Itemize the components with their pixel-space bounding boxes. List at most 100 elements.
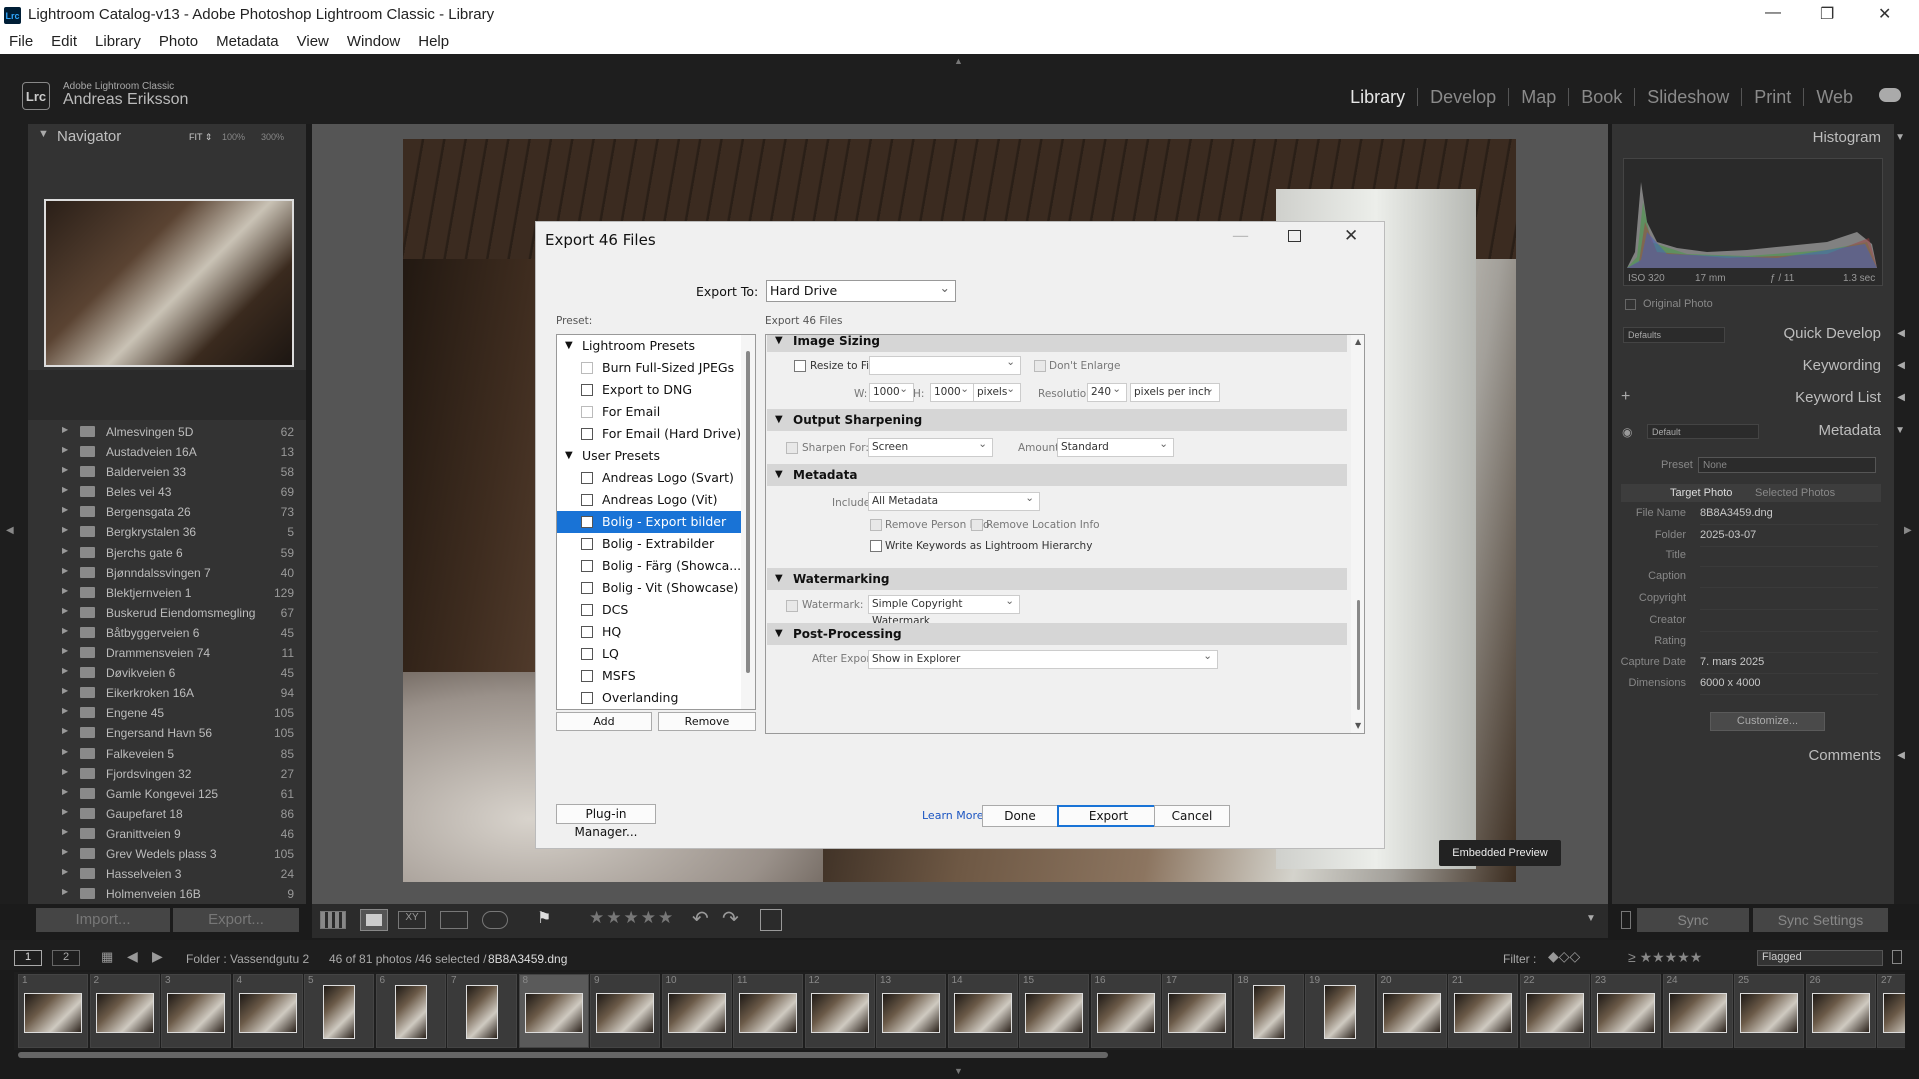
menu-help[interactable]: Help bbox=[409, 30, 458, 54]
folder-row[interactable]: ▶ Buskerud Eiendomsmegling 67 bbox=[28, 603, 306, 623]
preset-item[interactable]: Andreas Logo (Vit) bbox=[557, 489, 755, 511]
metadata-field-value[interactable]: 8B8A3459.dng bbox=[1700, 507, 1878, 525]
filmstrip-cell[interactable]: 24 bbox=[1662, 974, 1733, 1048]
preset-item[interactable]: Bolig - Vit (Showcase) bbox=[557, 577, 755, 599]
folder-row[interactable]: ▶ Bergkrystalen 36 5 bbox=[28, 522, 306, 542]
thumbnail[interactable] bbox=[739, 993, 797, 1033]
quick-develop-expand-icon[interactable]: ◀ bbox=[1897, 328, 1905, 339]
export-button[interactable]: Export... bbox=[173, 908, 299, 932]
add-keyword-icon[interactable]: + bbox=[1621, 388, 1630, 406]
folder-row[interactable]: ▶ Blektjernveien 1 129 bbox=[28, 583, 306, 603]
people-view-icon[interactable] bbox=[482, 911, 508, 929]
thumbnail[interactable] bbox=[1668, 993, 1727, 1033]
sync-settings-button[interactable]: Sync Settings bbox=[1753, 908, 1888, 932]
folder-row[interactable]: ▶ Balderveien 33 58 bbox=[28, 462, 306, 482]
resize-checkbox[interactable] bbox=[794, 360, 806, 372]
module-develop[interactable]: Develop bbox=[1417, 88, 1508, 106]
filmstrip-cell[interactable]: 12 bbox=[804, 974, 875, 1048]
metadata-field-value[interactable] bbox=[1700, 635, 1878, 653]
thumbnail[interactable] bbox=[1324, 985, 1356, 1039]
plugin-manager-button[interactable]: Plug-in Manager... bbox=[556, 804, 656, 839]
preset-checkbox[interactable] bbox=[581, 648, 593, 660]
menu-window[interactable]: Window bbox=[338, 30, 409, 54]
preset-checkbox[interactable] bbox=[581, 516, 593, 528]
thumbnail[interactable] bbox=[1168, 993, 1226, 1033]
menu-file[interactable]: File bbox=[0, 30, 42, 54]
preset-item[interactable]: For Email (Hard Drive) bbox=[557, 423, 755, 445]
watermarking-header[interactable]: ▼ Watermarking bbox=[767, 568, 1347, 590]
folder-row[interactable]: ▶ Gamle Kongevei 125 61 bbox=[28, 784, 306, 804]
folder-row[interactable]: ▶ Granittveien 9 46 bbox=[28, 824, 306, 844]
resolution-input[interactable]: 240 bbox=[1087, 381, 1127, 402]
folder-row[interactable]: ▶ Almesvingen 5D 62 bbox=[28, 422, 306, 442]
expand-icon[interactable]: ▶ bbox=[62, 747, 68, 756]
import-button[interactable]: Import... bbox=[36, 908, 170, 932]
expand-icon[interactable]: ▶ bbox=[62, 465, 68, 474]
keywording-title[interactable]: Keywording bbox=[1803, 357, 1881, 374]
resolution-unit-select[interactable]: pixels per inch bbox=[1130, 381, 1220, 402]
expand-icon[interactable]: ▶ bbox=[62, 706, 68, 715]
source-folder[interactable]: Folder : Vassendgutu 2 bbox=[186, 952, 309, 966]
remove-location-checkbox[interactable] bbox=[971, 519, 983, 531]
thumbnail[interactable] bbox=[167, 993, 225, 1033]
dialog-close-icon[interactable]: ✕ bbox=[1344, 226, 1358, 246]
menu-library[interactable]: Library bbox=[86, 30, 150, 54]
metadata-field-value[interactable] bbox=[1700, 549, 1878, 567]
rating-stars[interactable]: ★★★★★ bbox=[589, 908, 675, 928]
settings-scrollbar[interactable]: ▲ ▼ bbox=[1351, 335, 1364, 733]
close-icon[interactable]: ✕ bbox=[1878, 4, 1891, 24]
filmstrip-cell[interactable]: 18 bbox=[1233, 974, 1304, 1048]
thumbnail[interactable] bbox=[1811, 993, 1870, 1033]
expand-icon[interactable]: ▶ bbox=[62, 726, 68, 735]
thumbnail[interactable] bbox=[1525, 993, 1584, 1033]
expand-icon[interactable]: ▶ bbox=[62, 505, 68, 514]
eye-icon[interactable]: ◉ bbox=[1622, 425, 1632, 439]
crop-overlay-icon[interactable] bbox=[760, 909, 782, 931]
module-library[interactable]: Library bbox=[1338, 88, 1417, 106]
thumbnail[interactable] bbox=[1597, 993, 1655, 1033]
menu-photo[interactable]: Photo bbox=[150, 30, 207, 54]
metadata-view-select[interactable]: Default bbox=[1647, 424, 1759, 439]
expand-icon[interactable]: ▶ bbox=[62, 586, 68, 595]
filmstrip-cell[interactable]: 15 bbox=[1019, 974, 1089, 1048]
expand-icon[interactable]: ▶ bbox=[62, 686, 68, 695]
thumbnail[interactable] bbox=[466, 985, 498, 1039]
preset-checkbox[interactable] bbox=[581, 362, 593, 374]
write-keywords-checkbox[interactable] bbox=[870, 540, 882, 552]
expand-icon[interactable]: ▶ bbox=[62, 767, 68, 776]
menu-view[interactable]: View bbox=[288, 30, 338, 54]
thumbnail[interactable] bbox=[95, 993, 154, 1033]
preset-item[interactable]: Bolig - Färg (Showca... bbox=[557, 555, 755, 577]
preset-scrollbar[interactable] bbox=[741, 335, 755, 709]
filmstrip-cell[interactable]: 16 bbox=[1090, 974, 1161, 1048]
folder-row[interactable]: ▶ Båtbyggerveien 6 45 bbox=[28, 623, 306, 643]
include-select[interactable]: All Metadata bbox=[868, 490, 1040, 511]
dont-enlarge-checkbox[interactable] bbox=[1034, 360, 1046, 372]
expand-icon[interactable]: ▶ bbox=[62, 606, 68, 615]
flag-icon[interactable]: ⚑ bbox=[537, 908, 551, 928]
filmstrip-cell[interactable]: 5 bbox=[304, 974, 374, 1048]
preset-checkbox[interactable] bbox=[581, 560, 593, 572]
output-sharpening-header[interactable]: ▼ Output Sharpening bbox=[767, 409, 1347, 431]
image-sizing-header[interactable]: ▼ Image Sizing bbox=[767, 335, 1347, 352]
metadata-preset-select[interactable]: None bbox=[1698, 457, 1876, 473]
restore-icon[interactable]: ❐ bbox=[1820, 4, 1834, 24]
metadata-field-value[interactable]: 7. mars 2025 bbox=[1700, 656, 1878, 674]
navigator-thumbnail[interactable] bbox=[44, 199, 294, 367]
watermark-checkbox[interactable] bbox=[786, 600, 798, 612]
dialog-minimize-icon[interactable]: — bbox=[1232, 226, 1249, 246]
primary-window-button[interactable]: 1 bbox=[14, 950, 42, 966]
export-submit-button[interactable]: Export bbox=[1057, 805, 1160, 827]
preset-item[interactable]: Bolig - Export bilder bbox=[557, 511, 755, 533]
preset-checkbox[interactable] bbox=[581, 692, 593, 704]
preset-item[interactable]: DCS bbox=[557, 599, 755, 621]
sync-toggle[interactable] bbox=[1621, 911, 1631, 929]
watermark-select[interactable]: Simple Copyright Watermark bbox=[868, 593, 1020, 627]
metadata-header[interactable]: ▼ Metadata bbox=[767, 464, 1347, 486]
preset-item[interactable]: LQ bbox=[557, 643, 755, 665]
module-map[interactable]: Map bbox=[1508, 88, 1568, 106]
preset-checkbox[interactable] bbox=[581, 494, 593, 506]
sharpen-checkbox[interactable] bbox=[786, 442, 798, 454]
preset-item[interactable]: Burn Full-Sized JPEGs bbox=[557, 357, 755, 379]
module-book[interactable]: Book bbox=[1568, 88, 1634, 106]
